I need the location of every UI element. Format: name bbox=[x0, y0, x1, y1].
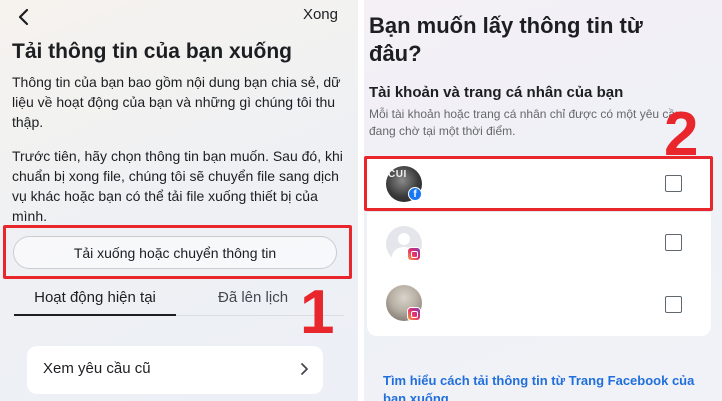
account-checkbox[interactable] bbox=[665, 234, 682, 251]
back-button[interactable] bbox=[12, 5, 36, 29]
tab-current-activity[interactable]: Hoạt động hiện tại bbox=[14, 289, 176, 306]
intro-text: Thông tin của bạn bao gồm nội dung bạn c… bbox=[12, 74, 341, 130]
account-row-instagram[interactable] bbox=[367, 276, 711, 336]
page-title: Tải thông tin của bạn xuống bbox=[12, 40, 292, 63]
account-row-instagram[interactable] bbox=[367, 212, 711, 276]
instructions-text: Trước tiên, hãy chọn thông tin bạn muốn.… bbox=[12, 148, 343, 224]
account-checkbox[interactable] bbox=[665, 296, 682, 313]
view-old-requests-label: Xem yêu cầu cũ bbox=[43, 360, 151, 377]
active-tab-indicator bbox=[14, 314, 176, 316]
highlight-box-facebook-account bbox=[364, 156, 713, 211]
step-number-2: 2 bbox=[664, 100, 699, 169]
done-button[interactable]: Xong bbox=[303, 6, 338, 23]
tab-scheduled[interactable]: Đã lên lịch bbox=[218, 289, 288, 306]
instagram-icon bbox=[407, 307, 421, 321]
chevron-left-icon bbox=[18, 8, 29, 26]
instagram-icon bbox=[407, 247, 421, 261]
learn-more-link[interactable]: Tìm hiểu cách tải thông tin từ Trang Fac… bbox=[383, 372, 703, 401]
view-old-requests-row[interactable]: Xem yêu cầu cũ bbox=[27, 346, 323, 394]
accounts-heading: Tài khoản và trang cá nhân của bạn bbox=[369, 84, 624, 101]
pending-request-note: Mỗi tài khoản hoặc trang cá nhân chỉ đượ… bbox=[369, 107, 682, 138]
highlight-box-download-button bbox=[3, 225, 352, 279]
chevron-right-icon bbox=[301, 363, 308, 375]
source-title: Bạn muốn lấy thông tin từ đâu? bbox=[369, 13, 643, 66]
step-number-1: 1 bbox=[300, 278, 335, 347]
